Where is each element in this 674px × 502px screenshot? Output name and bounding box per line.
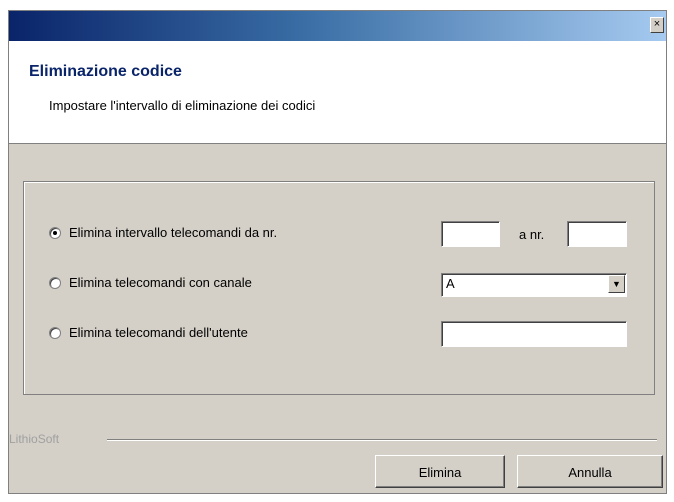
- radio-range[interactable]: [49, 226, 61, 239]
- footer-divider: [107, 439, 657, 441]
- option-range-label: Elimina intervallo telecomandi da nr.: [69, 225, 278, 240]
- radio-user[interactable]: [49, 326, 61, 339]
- page-title: Eliminazione codice: [29, 63, 182, 80]
- channel-select-value: A: [446, 276, 455, 291]
- delete-button[interactable]: Elimina: [375, 455, 505, 488]
- range-to-input[interactable]: [567, 221, 627, 247]
- channel-select[interactable]: A ▼: [441, 273, 627, 297]
- title-bar: ×: [9, 11, 666, 41]
- radio-channel[interactable]: [49, 276, 61, 289]
- brand-label: LithioSoft: [9, 432, 60, 446]
- dialog-window: × Eliminazione codice Impostare l'interv…: [8, 10, 667, 494]
- chevron-down-icon[interactable]: ▼: [608, 275, 625, 293]
- option-channel[interactable]: Elimina telecomandi con canale: [49, 275, 252, 290]
- option-user[interactable]: Elimina telecomandi dell'utente: [49, 325, 248, 340]
- wizard-header: Eliminazione codice Impostare l'interval…: [9, 41, 666, 144]
- range-from-input[interactable]: [441, 221, 500, 247]
- close-icon[interactable]: ×: [650, 17, 664, 33]
- cancel-button[interactable]: Annulla: [517, 455, 663, 488]
- option-user-label: Elimina telecomandi dell'utente: [69, 325, 248, 340]
- user-input[interactable]: [441, 321, 627, 347]
- option-channel-label: Elimina telecomandi con canale: [69, 275, 252, 290]
- range-to-label: a nr.: [519, 227, 545, 242]
- page-subtitle: Impostare l'intervallo di eliminazione d…: [49, 98, 316, 113]
- option-range[interactable]: Elimina intervallo telecomandi da nr.: [49, 225, 277, 240]
